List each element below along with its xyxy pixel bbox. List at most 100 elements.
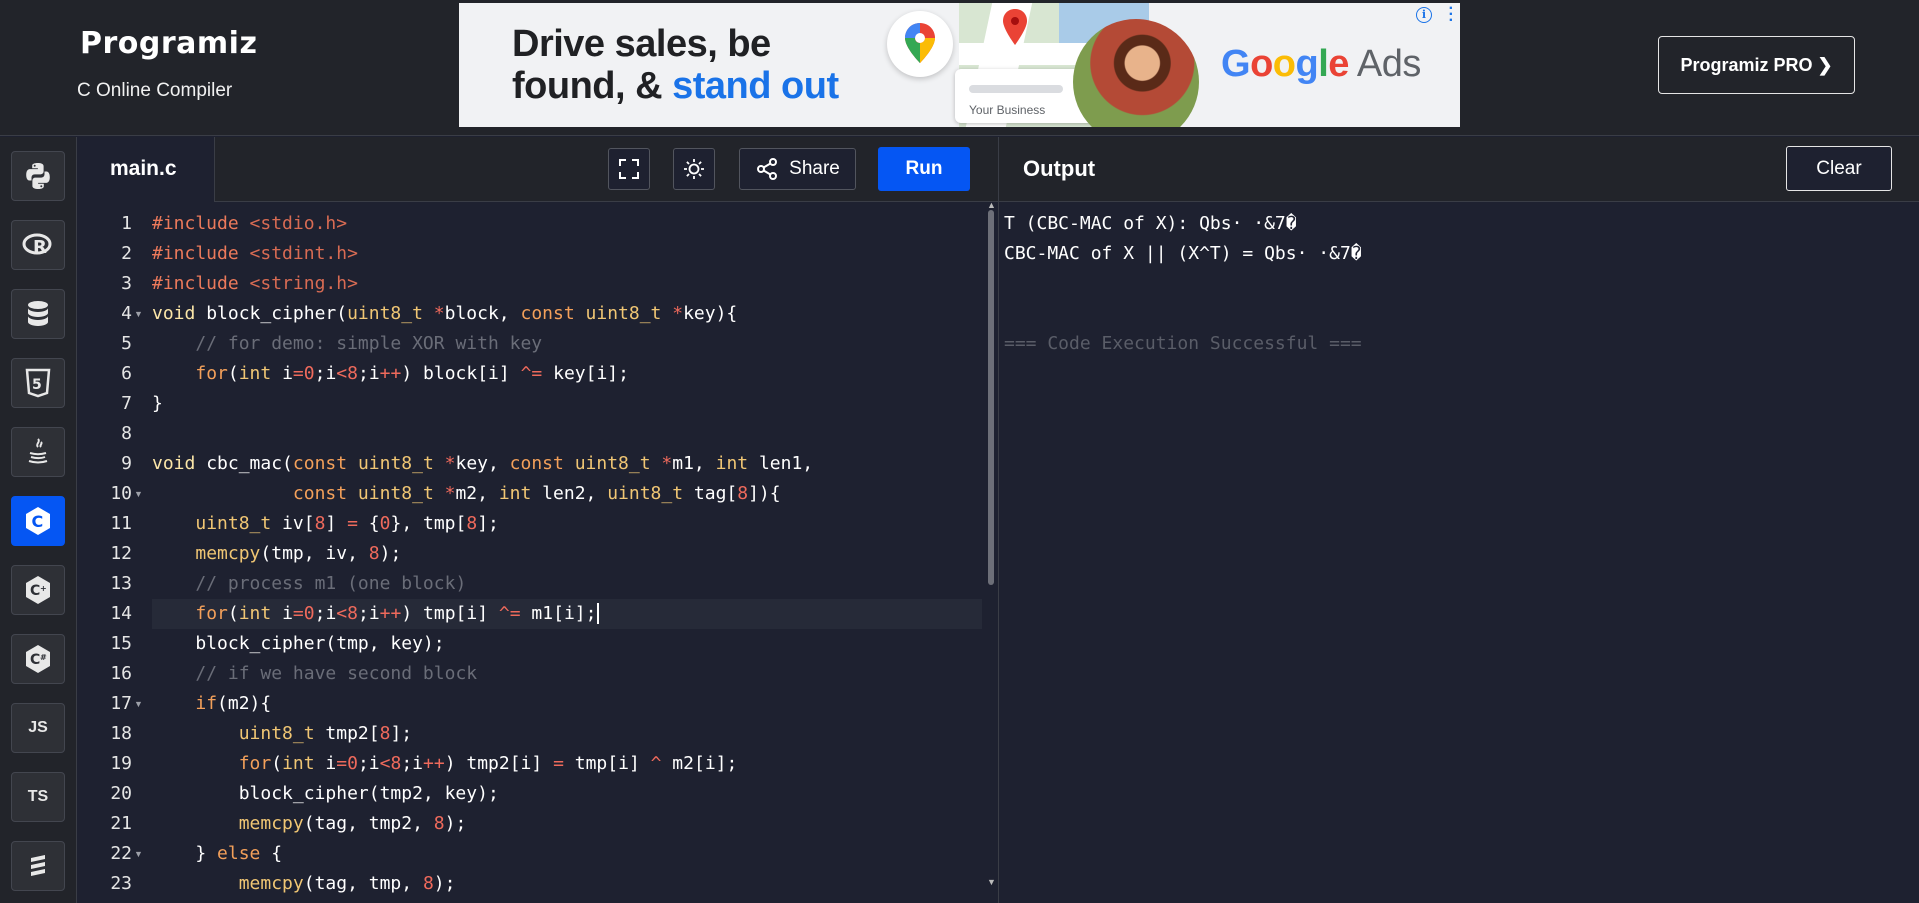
run-button[interactable]: Run [878, 147, 970, 191]
sidebar-item-cpp[interactable]: C + [11, 565, 65, 615]
code-line[interactable]: void cbc_mac(const uint8_t *key, const u… [152, 449, 982, 479]
fold-arrow-icon[interactable]: ▼ [134, 689, 143, 719]
stack-icon [31, 855, 45, 876]
sidebar-item-python[interactable] [11, 151, 65, 201]
line-number: 18 [110, 723, 132, 744]
ad-headline-line1: Drive sales, be [512, 23, 771, 65]
code-line[interactable]: const uint8_t *m2, int len2, uint8_t tag… [152, 479, 982, 509]
code-line[interactable]: // process m1 (one block) [152, 569, 982, 599]
share-button[interactable]: Share [739, 148, 856, 190]
svg-text:5: 5 [32, 377, 42, 393]
sidebar-item-csharp[interactable]: C # [11, 634, 65, 684]
line-number: 21 [110, 813, 132, 834]
python-icon [26, 163, 50, 189]
line-number: 16 [110, 663, 132, 684]
c-icon: C [26, 507, 50, 535]
svg-text:R: R [33, 237, 47, 258]
code-line[interactable]: if(m2){ [152, 689, 982, 719]
line-number: 3 [121, 273, 132, 294]
code-line[interactable]: for(int i=0;i<8;i++) tmp[i] ^= m1[i]; [152, 599, 982, 629]
fold-arrow-icon[interactable]: ▼ [134, 299, 143, 329]
scroll-up-arrow-icon[interactable]: ▲ [987, 202, 996, 210]
code-line[interactable]: memcpy(tag, tmp, 8); [152, 869, 982, 899]
svg-text:C: C [32, 512, 44, 531]
output-line: T (CBC-MAC of X): Qbs· ·&7� [1004, 213, 1297, 234]
ad-headline-line2: found, & stand out [512, 65, 839, 107]
csharp-icon: C # [26, 645, 50, 673]
code-line[interactable]: uint8_t tmp2[8]; [152, 719, 982, 749]
ad-headline-highlight: stand out [672, 65, 839, 107]
ad-photo [1073, 19, 1199, 127]
line-number: 2 [121, 243, 132, 264]
svg-text:C: C [30, 652, 40, 668]
code-line[interactable] [152, 419, 982, 449]
editor-toolbar: main.c Share Run [77, 137, 998, 202]
code-line[interactable]: #include <stdio.h> [152, 209, 982, 239]
clear-button[interactable]: Clear [1786, 146, 1892, 191]
theme-toggle-button[interactable] [673, 148, 715, 190]
code-line[interactable]: } [152, 389, 982, 419]
sidebar-item-sql[interactable] [11, 289, 65, 339]
ad-headline-plain: found, & [512, 65, 673, 107]
r-icon: R [22, 233, 52, 258]
line-number: 5 [121, 333, 132, 354]
line-number: 14 [110, 603, 132, 624]
code-line[interactable]: // for demo: simple XOR with key [152, 329, 982, 359]
line-number: 9 [121, 453, 132, 474]
code-line[interactable]: block_cipher(tmp2, key); [152, 779, 982, 809]
output-header: Output Clear [999, 137, 1919, 202]
more-options-icon[interactable]: · · · [1449, 3, 1454, 29]
code-editor[interactable]: 1 2 3 4 ▼ 5 6 7 8 9 10 ▼ 11 12 13 14 15 16 17 ▼ 18 19 20 21 22 ▼ 2… [77, 202, 998, 903]
info-icon[interactable]: i [1416, 7, 1432, 23]
code-line[interactable]: memcpy(tag, tmp2, 8); [152, 809, 982, 839]
fold-arrow-icon[interactable]: ▼ [134, 479, 143, 509]
editor-scrollbar[interactable] [988, 210, 994, 585]
code-line[interactable]: // if we have second block [152, 659, 982, 689]
sidebar-item-r[interactable]: R [11, 220, 65, 270]
ad-headline: Drive sales, be found, & stand out [512, 23, 839, 107]
sidebar-item-javascript[interactable]: JS [11, 703, 65, 753]
language-sidebar: R 5 C C + C # JS TS [0, 137, 77, 903]
code-line[interactable]: #include <stdint.h> [152, 239, 982, 269]
google-maps-pin-icon [905, 23, 935, 63]
typescript-label: TS [27, 788, 49, 805]
sidebar-item-java[interactable] [11, 427, 65, 477]
ad-card-text: Your Business [969, 103, 1046, 117]
sidebar-item-c[interactable]: C [11, 496, 65, 546]
sidebar-item-swift[interactable] [11, 841, 65, 891]
output-panel: T (CBC-MAC of X): Qbs· ·&7� CBC-MAC of X … [999, 202, 1919, 903]
cpp-icon: C + [26, 576, 50, 604]
share-icon [757, 158, 778, 180]
code-line[interactable]: #include <string.h> [152, 269, 982, 299]
scroll-down-arrow-icon[interactable]: ▼ [987, 877, 996, 887]
code-line[interactable]: block_cipher(tmp, key); [152, 629, 982, 659]
code-line[interactable]: memcpy(tmp, iv, 8); [152, 539, 982, 569]
location-pin-icon [1003, 9, 1027, 45]
advertisement-banner[interactable]: Drive sales, be found, & stand out Your … [459, 3, 1460, 127]
database-icon [28, 301, 48, 326]
code-line[interactable]: for(int i=0;i<8;i++) tmp2[i] = tmp[i] ^ … [152, 749, 982, 779]
top-header: Programiz C Online Compiler Drive sales,… [0, 0, 1919, 136]
sidebar-item-typescript[interactable]: TS [11, 772, 65, 822]
svg-text:#: # [40, 653, 47, 662]
tab-main-c[interactable]: main.c [77, 137, 215, 202]
code-line[interactable]: for(int i=0;i<8;i++) block[i] ^= key[i]; [152, 359, 982, 389]
svg-text:C: C [30, 583, 40, 599]
programiz-pro-button[interactable]: Programiz PRO ❯ [1658, 36, 1855, 94]
line-number: 19 [110, 753, 132, 774]
fullscreen-button[interactable] [608, 148, 650, 190]
sidebar-item-html[interactable]: 5 [11, 358, 65, 408]
line-number: 11 [110, 513, 132, 534]
output-title: Output [1023, 156, 1096, 181]
code-line[interactable]: void block_cipher(uint8_t *block, const … [152, 299, 982, 329]
line-number: 8 [121, 423, 132, 444]
programiz-logo[interactable]: Programiz [80, 26, 257, 61]
code-line[interactable]: uint8_t iv[8] = {0}, tmp[8]; [152, 509, 982, 539]
line-number: 12 [110, 543, 132, 564]
line-number: 20 [110, 783, 132, 804]
html5-icon: 5 [25, 368, 51, 398]
code-line[interactable]: } else { [152, 839, 982, 869]
java-icon [28, 438, 48, 464]
javascript-label: JS [28, 719, 48, 736]
fold-arrow-icon[interactable]: ▼ [134, 839, 143, 869]
